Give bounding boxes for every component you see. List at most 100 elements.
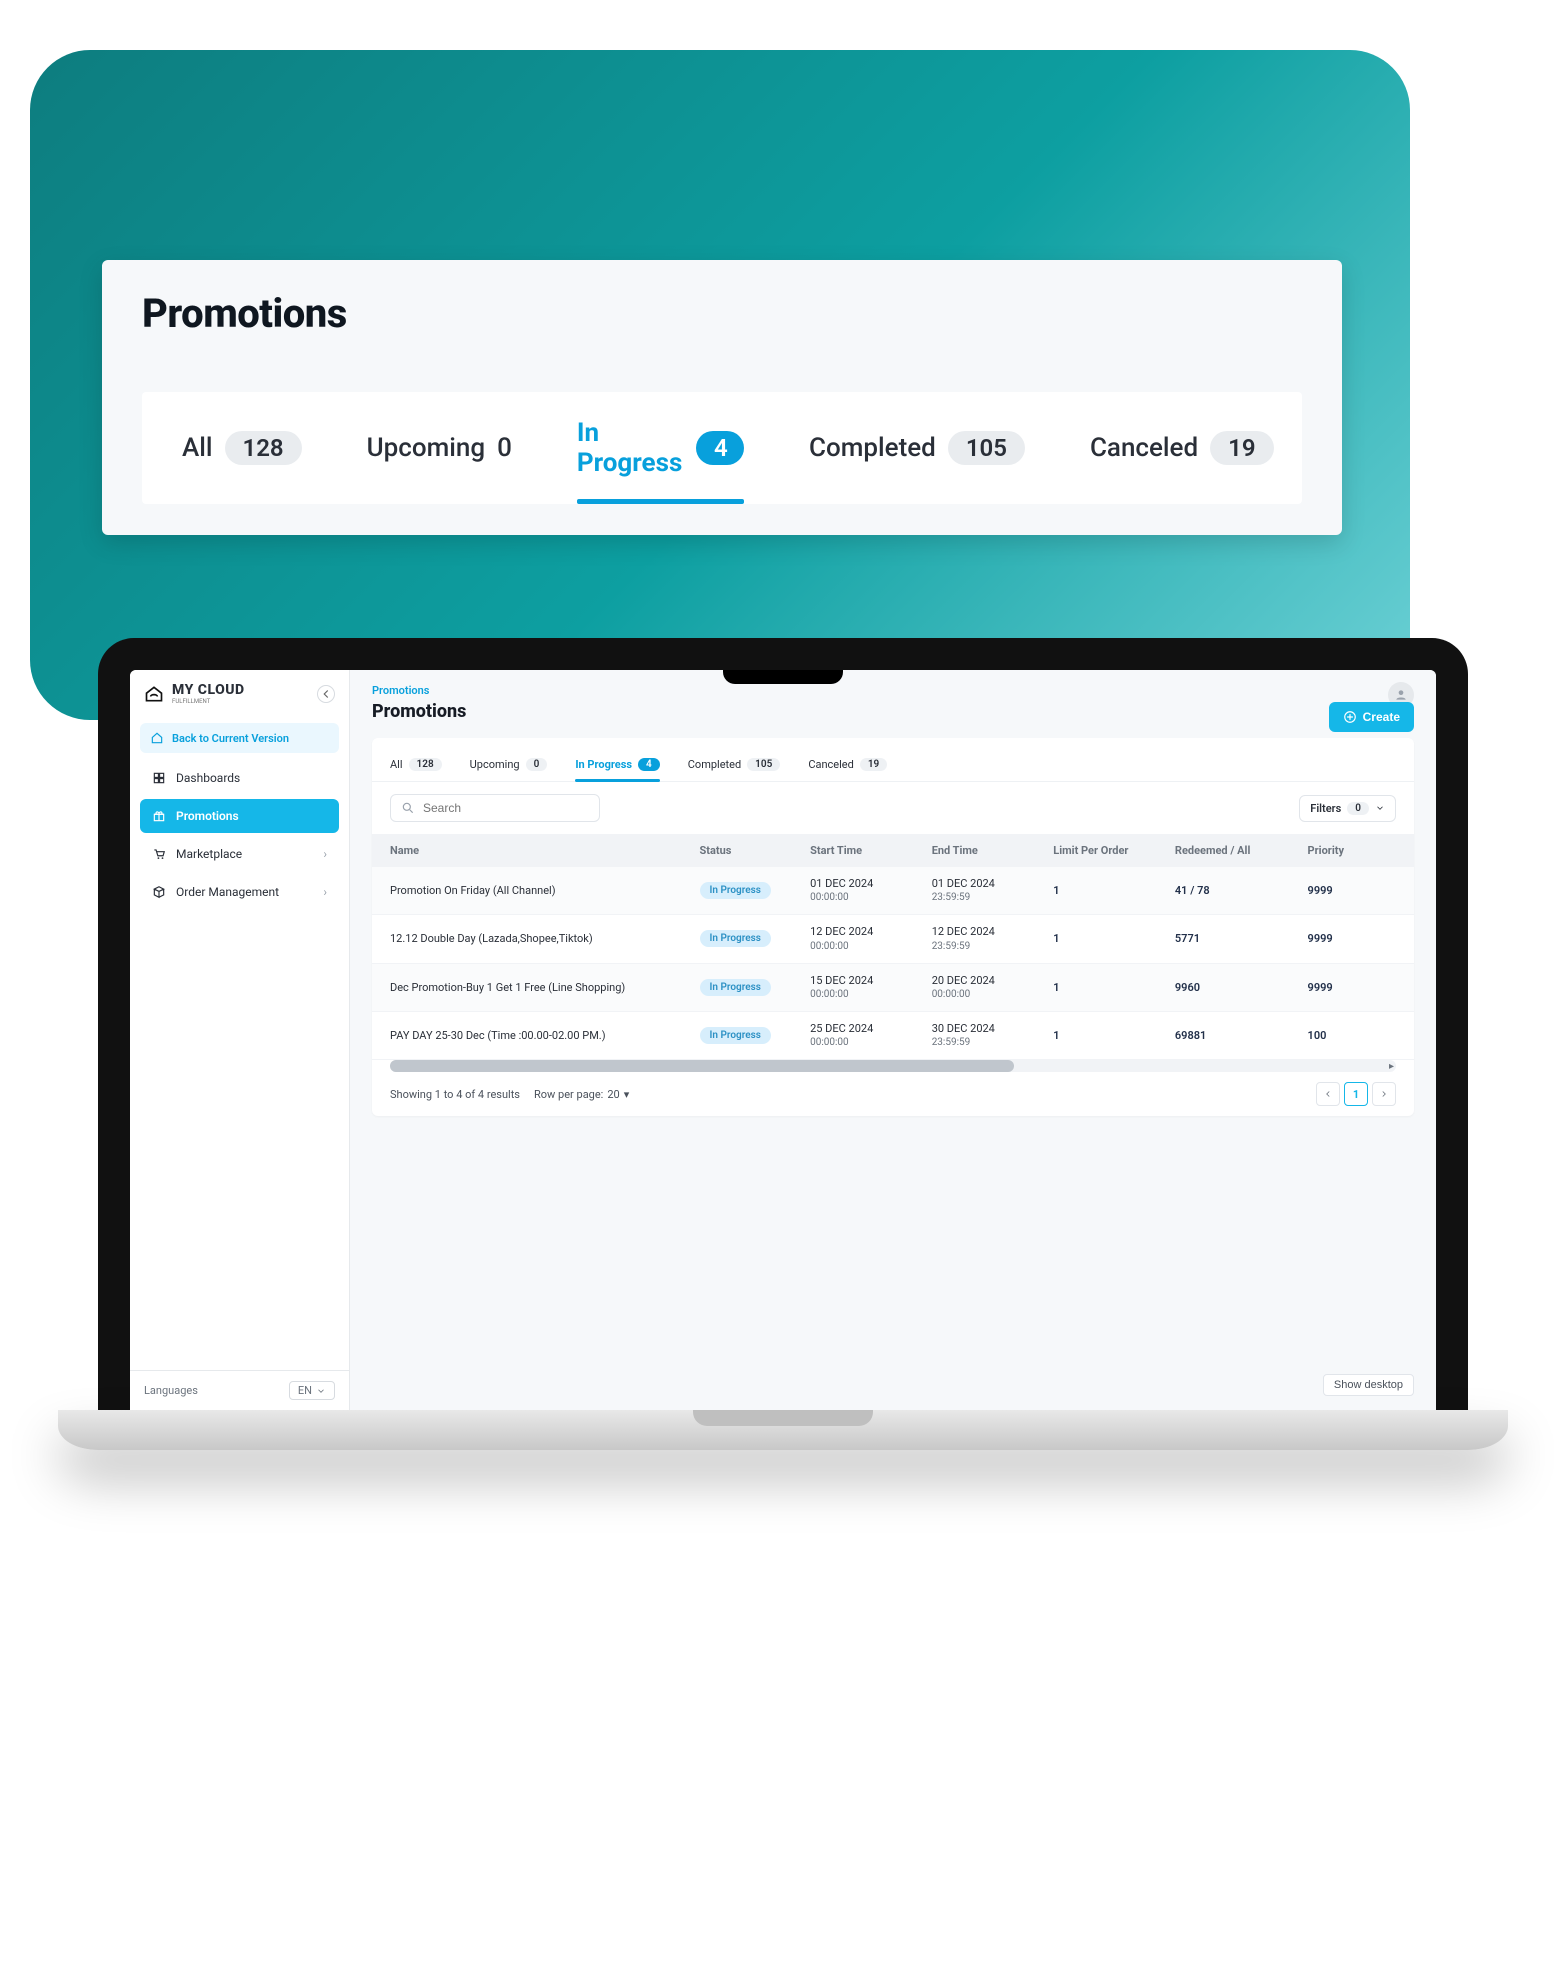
tab-label: Upcoming	[470, 758, 520, 771]
show-desktop-button[interactable]: Show desktop	[1323, 1374, 1414, 1396]
tab-canceled[interactable]: Canceled 19	[808, 752, 887, 781]
sidebar-item-marketplace[interactable]: Marketplace ›	[140, 837, 339, 871]
rows-per-page-value: 20	[607, 1088, 619, 1101]
cell-end: 30 DEC 202423:59:59	[932, 1022, 1054, 1049]
scroll-right-icon: ▸	[1389, 1060, 1394, 1072]
search-box[interactable]	[390, 794, 600, 822]
cell-status: In Progress	[700, 882, 811, 899]
search-icon	[401, 801, 415, 815]
cell-end: 20 DEC 202400:00:00	[932, 974, 1054, 1001]
back-to-current-version[interactable]: Back to Current Version	[140, 723, 339, 753]
tab-count: 4	[638, 758, 660, 771]
hero-tab-count: 0	[497, 433, 512, 463]
tab-label: All	[390, 758, 403, 771]
page-title: Promotions	[372, 701, 1414, 722]
tab-all[interactable]: All 128	[390, 752, 442, 781]
logo-text: MY CLOUD	[172, 682, 245, 698]
hero-tab-completed[interactable]: Completed 105	[809, 431, 1025, 491]
hero-tab-canceled[interactable]: Canceled 19	[1090, 431, 1274, 491]
rows-per-page-selector[interactable]: Row per page: 20 ▾	[534, 1088, 629, 1101]
cell-end: 01 DEC 202423:59:59	[932, 877, 1054, 904]
col-status: Status	[700, 844, 811, 857]
cell-redeemed: 9960	[1175, 981, 1308, 994]
laptop-base	[58, 1410, 1508, 1450]
user-icon	[1394, 688, 1408, 702]
app-root: MY CLOUD FULFILLMENT Back to Current Ver…	[130, 670, 1436, 1410]
language-value: EN	[298, 1384, 312, 1397]
tab-upcoming[interactable]: Upcoming 0	[470, 752, 548, 781]
table-row[interactable]: PAY DAY 25-30 Dec (Time :00.00-02.00 PM.…	[372, 1012, 1414, 1060]
chevron-left-icon	[1323, 1089, 1333, 1099]
hero-tab-label: All	[182, 433, 213, 463]
cart-icon	[152, 847, 166, 861]
hero-promotions-card: Promotions All 128 Upcoming 0 In Progres…	[102, 260, 1342, 535]
tab-label: Completed	[688, 758, 741, 771]
cell-redeemed: 41 / 78	[1175, 884, 1308, 897]
caret-down-icon: ▾	[624, 1088, 630, 1101]
status-badge: In Progress	[700, 1027, 771, 1044]
filters-button[interactable]: Filters 0	[1299, 795, 1396, 822]
tab-label: Canceled	[808, 758, 854, 771]
col-priority: Priority	[1308, 844, 1396, 857]
search-input[interactable]	[423, 801, 589, 815]
tab-count: 128	[409, 758, 442, 771]
cell-status: In Progress	[700, 1027, 811, 1044]
hero-tab-count: 4	[696, 431, 744, 465]
hero-tab-all[interactable]: All 128	[182, 431, 302, 491]
table-body: Promotion On Friday (All Channel)In Prog…	[372, 867, 1414, 1060]
hero-tab-upcoming[interactable]: Upcoming 0	[367, 433, 512, 489]
hero-tab-count: 128	[225, 431, 302, 465]
table-row[interactable]: 12.12 Double Day (Lazada,Shopee,Tiktok)I…	[372, 915, 1414, 963]
tab-in-progress[interactable]: In Progress 4	[575, 752, 659, 781]
table-row[interactable]: Dec Promotion-Buy 1 Get 1 Free (Line Sho…	[372, 964, 1414, 1012]
cell-status: In Progress	[700, 930, 811, 947]
sidebar-item-promotions[interactable]: Promotions	[140, 799, 339, 833]
cell-start: 12 DEC 202400:00:00	[810, 925, 932, 952]
sidebar-item-dashboards[interactable]: Dashboards	[140, 761, 339, 795]
hero-tab-label: In Progress	[577, 418, 684, 478]
cell-end: 12 DEC 202423:59:59	[932, 925, 1054, 952]
breadcrumb[interactable]: Promotions	[372, 684, 1414, 697]
laptop-mockup: MY CLOUD FULFILLMENT Back to Current Ver…	[98, 638, 1468, 1450]
house-icon	[144, 684, 164, 704]
cell-start: 15 DEC 202400:00:00	[810, 974, 932, 1001]
cell-priority: 9999	[1308, 884, 1396, 897]
results-text: Showing 1 to 4 of 4 results	[390, 1088, 520, 1101]
app-logo[interactable]: MY CLOUD FULFILLMENT	[144, 682, 245, 705]
sidebar-collapse-button[interactable]	[317, 685, 335, 703]
hero-tab-count: 105	[948, 431, 1025, 465]
laptop-notch	[723, 670, 843, 684]
table-row[interactable]: Promotion On Friday (All Channel)In Prog…	[372, 867, 1414, 915]
hero-tab-in-progress[interactable]: In Progress 4	[577, 418, 744, 504]
logo-subtext: FULFILLMENT	[172, 698, 245, 705]
status-badge: In Progress	[700, 930, 771, 947]
laptop-bezel: MY CLOUD FULFILLMENT Back to Current Ver…	[98, 638, 1468, 1410]
scrollbar-thumb[interactable]	[390, 1060, 1014, 1072]
cell-start: 25 DEC 202400:00:00	[810, 1022, 932, 1049]
home-icon	[150, 731, 164, 745]
create-button[interactable]: Create	[1329, 702, 1414, 732]
filters-count: 0	[1347, 802, 1369, 815]
sidebar-item-label: Marketplace	[176, 847, 242, 861]
tab-completed[interactable]: Completed 105	[688, 752, 781, 781]
cell-limit: 1	[1053, 981, 1175, 994]
cell-name: PAY DAY 25-30 Dec (Time :00.00-02.00 PM.…	[390, 1029, 700, 1042]
horizontal-scrollbar[interactable]: ▸	[390, 1060, 1396, 1072]
chevron-right-icon: ›	[323, 885, 327, 899]
cell-limit: 1	[1053, 932, 1175, 945]
sidebar-item-order-management[interactable]: Order Management ›	[140, 875, 339, 909]
hero-tab-count: 19	[1210, 431, 1273, 465]
chevron-down-icon	[316, 1386, 326, 1396]
filters-label: Filters	[1310, 802, 1341, 815]
card-toolbar: Filters 0	[372, 782, 1414, 834]
tab-label: In Progress	[575, 758, 632, 771]
chevron-right-icon	[1379, 1089, 1389, 1099]
sidebar-item-label: Promotions	[176, 809, 239, 823]
create-label: Create	[1363, 710, 1400, 724]
language-selector[interactable]: EN	[289, 1381, 335, 1400]
promotions-card: All 128 Upcoming 0 In Progress 4	[372, 738, 1414, 1116]
pager-prev[interactable]	[1316, 1082, 1340, 1106]
pager-page-1[interactable]: 1	[1344, 1082, 1368, 1106]
pager-next[interactable]	[1372, 1082, 1396, 1106]
col-limit: Limit Per Order	[1053, 844, 1175, 857]
